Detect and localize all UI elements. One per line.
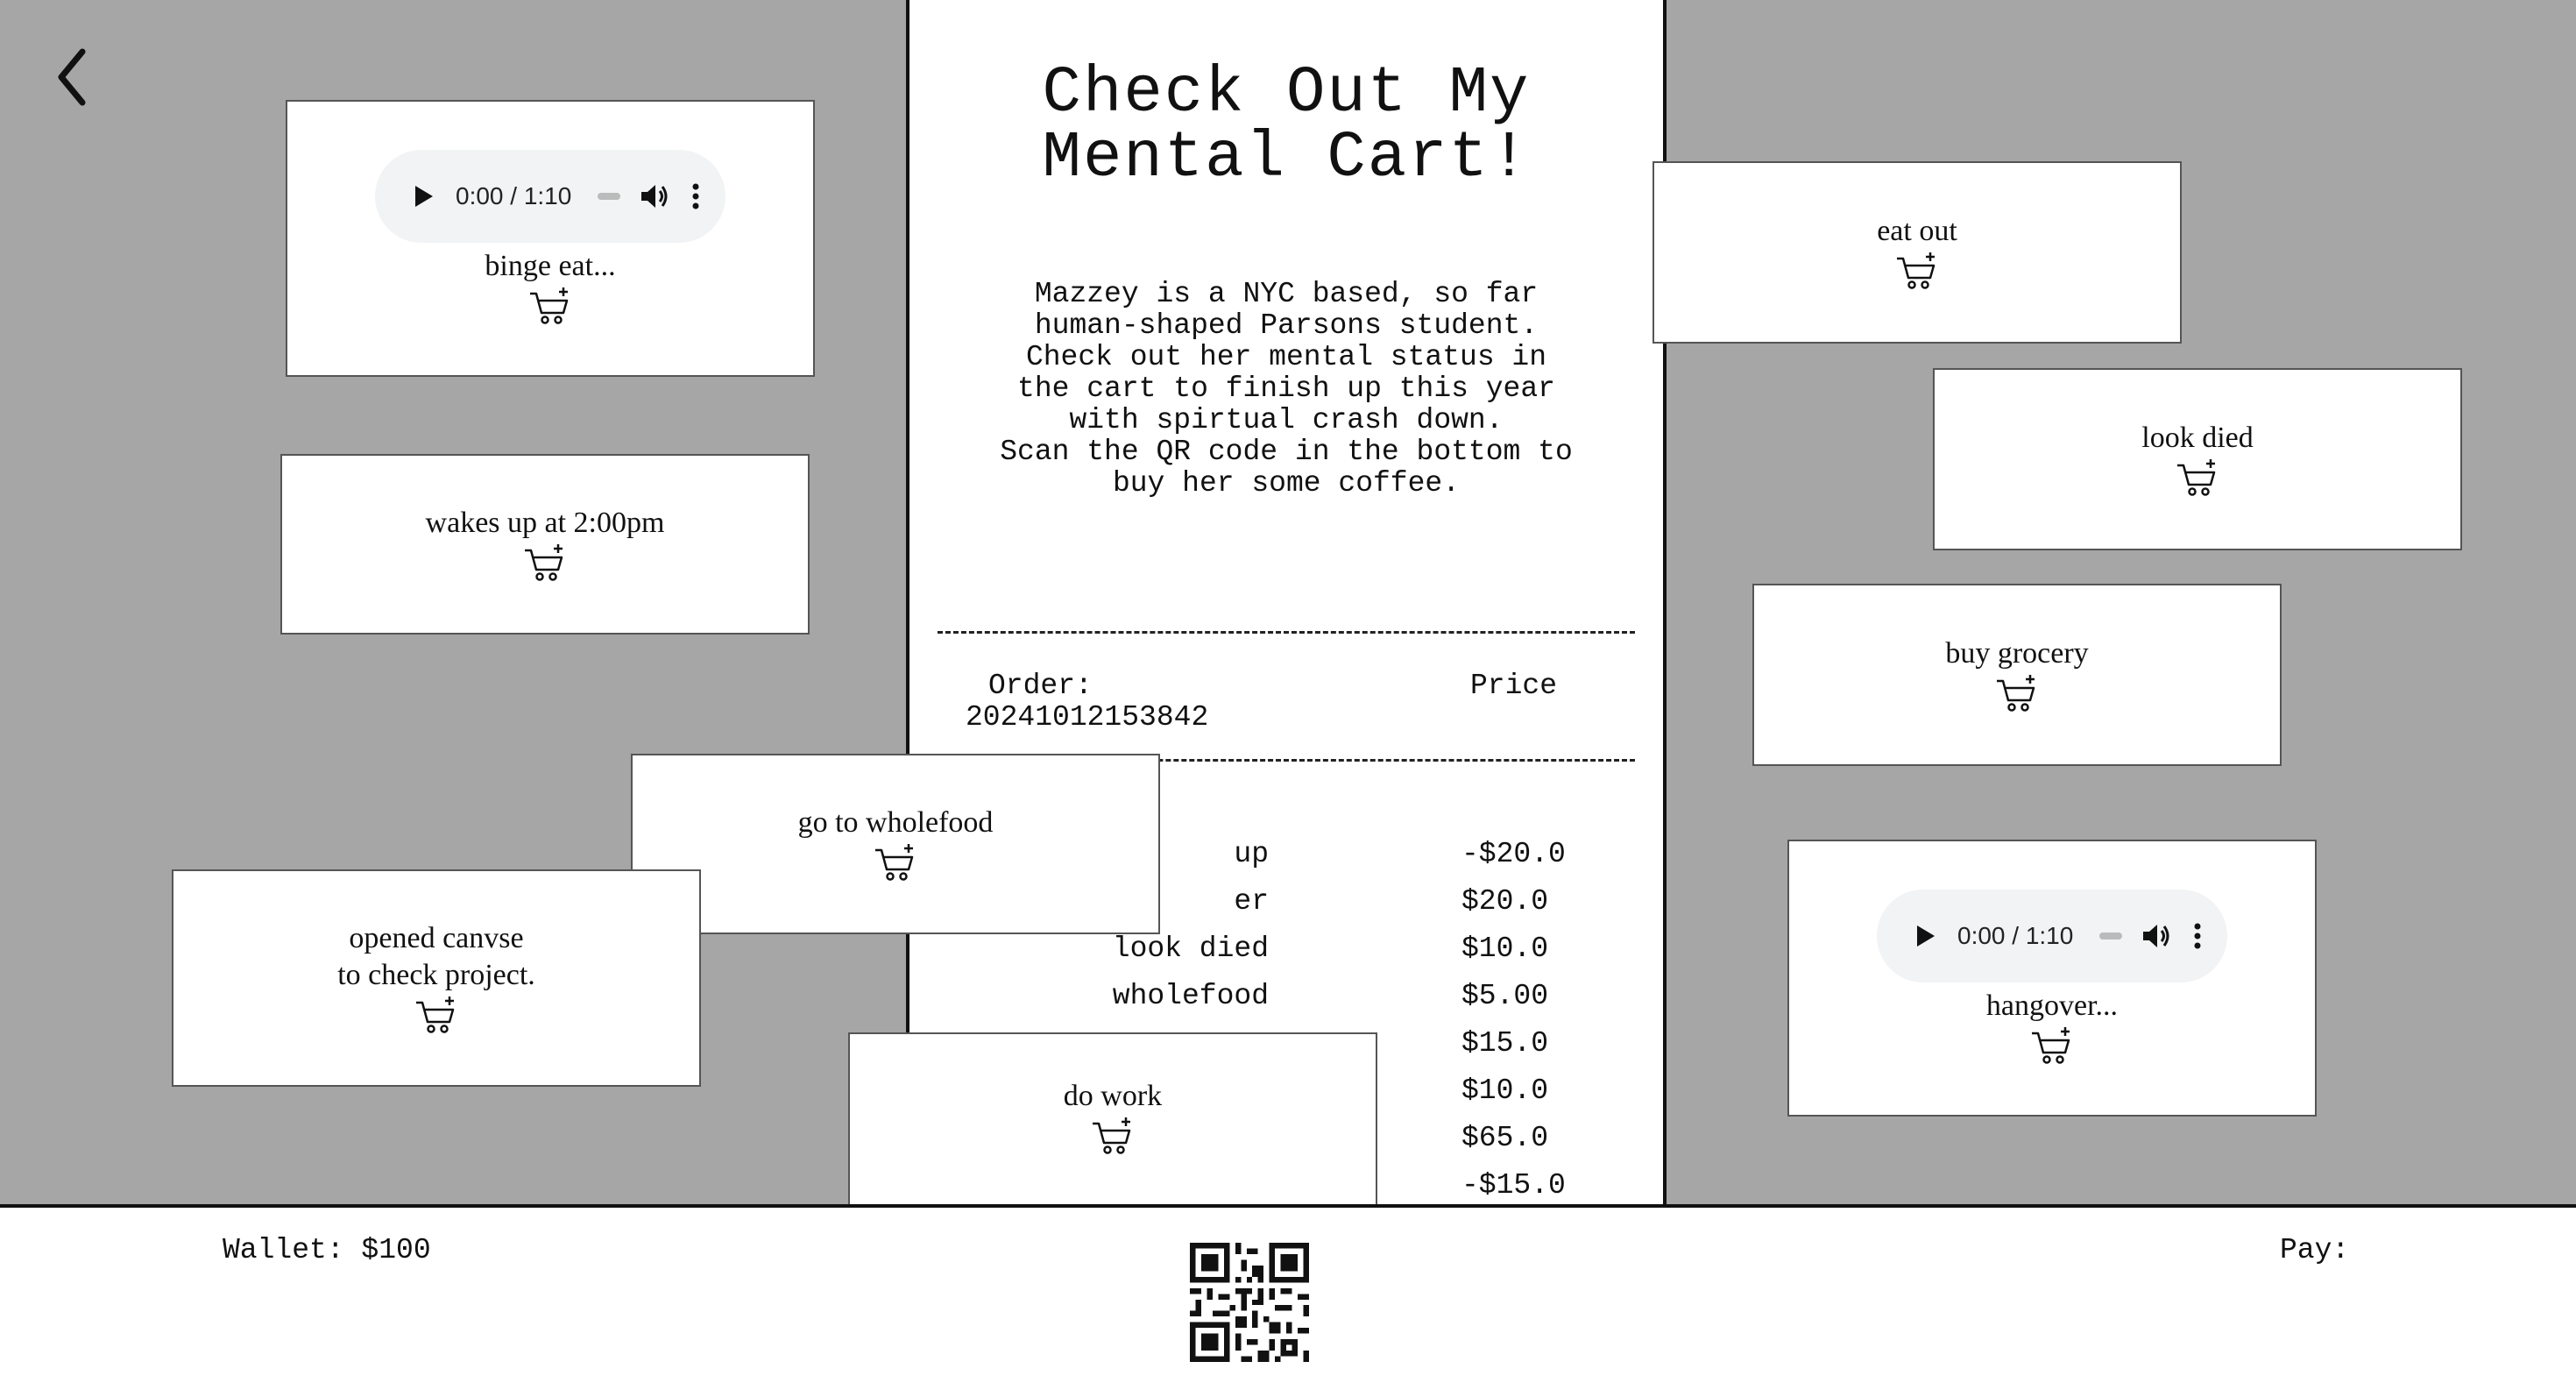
card-label: buy grocery: [1945, 637, 2089, 670]
card-eat-out: eat out: [1652, 161, 2182, 344]
receipt-item: look died $10.0: [909, 933, 1663, 980]
item-price: $10.0: [1461, 1074, 1549, 1107]
receipt: Check Out My Mental Cart! Mazzey is a NY…: [906, 0, 1667, 1206]
progress-slider[interactable]: [598, 193, 621, 200]
item-price: $5.00: [1461, 980, 1549, 1012]
description-paragraph: Mazzey is a NYC based, so far human-shap…: [1017, 278, 1555, 436]
card-label: opened canvse to check project.: [337, 922, 535, 991]
add-to-cart-icon[interactable]: [1995, 674, 2039, 714]
add-to-cart-icon[interactable]: [414, 996, 458, 1036]
card-do-work: do work: [848, 1032, 1377, 1208]
card-look-died: look died: [1933, 368, 2462, 550]
item-name: er: [1234, 885, 1269, 918]
card-label: eat out: [1877, 215, 1957, 247]
back-button[interactable]: [46, 42, 98, 112]
card-hangover: 0:00 / 1:10 hangover...: [1787, 840, 2317, 1117]
item-price: $65.0: [1461, 1122, 1549, 1154]
play-icon[interactable]: [414, 184, 435, 209]
chevron-left-icon: [58, 48, 86, 106]
item-name: up: [1234, 838, 1269, 870]
order-label: Order:: [988, 670, 1093, 702]
progress-slider[interactable]: [2099, 933, 2123, 940]
card-binge-eat: 0:00 / 1:10 binge eat...: [286, 100, 815, 377]
volume-icon[interactable]: [2141, 923, 2171, 949]
receipt-title: Check Out My Mental Cart!: [909, 61, 1663, 191]
card-opened-canvas: opened canvse to check project.: [172, 869, 701, 1087]
item-name: look died: [1112, 933, 1269, 965]
more-options-icon[interactable]: [692, 183, 699, 209]
card-go-to-wholefood: go to wholefood: [631, 754, 1160, 934]
add-to-cart-icon[interactable]: [2176, 458, 2219, 499]
add-to-cart-icon[interactable]: [528, 287, 572, 327]
card-label: hangover...: [1985, 989, 2119, 1022]
footer-bar: Wallet: $100 Pay:: [0, 1204, 2576, 1397]
pay-label: Pay:: [2280, 1234, 2350, 1266]
volume-icon[interactable]: [640, 183, 669, 209]
add-to-cart-icon[interactable]: [523, 543, 567, 584]
card-label: wakes up at 2:00pm: [425, 507, 665, 539]
item-price: $15.0: [1461, 1027, 1549, 1060]
order-number: 20241012153842: [966, 701, 1209, 734]
receipt-item: wholefood $5.00: [909, 980, 1663, 1027]
play-icon[interactable]: [1915, 924, 1936, 948]
card-label: look died: [2141, 422, 2254, 454]
add-to-cart-icon[interactable]: [874, 843, 917, 883]
wallet-balance: Wallet: $100: [223, 1234, 431, 1266]
more-options-icon[interactable]: [2194, 923, 2201, 949]
receipt-description: Mazzey is a NYC based, so far human-shap…: [997, 279, 1575, 500]
price-label: Price: [1470, 670, 1558, 702]
qr-code-icon[interactable]: [1190, 1243, 1309, 1362]
title-line-2: Mental Cart!: [1042, 122, 1531, 195]
audio-player: 0:00 / 1:10: [375, 150, 725, 243]
item-name: wholefood: [1112, 980, 1269, 1012]
card-wakes-up: wakes up at 2:00pm: [280, 454, 810, 635]
item-price: -$20.0: [1461, 838, 1566, 870]
add-to-cart-icon[interactable]: [1895, 252, 1939, 292]
item-price: $20.0: [1461, 885, 1549, 918]
add-to-cart-icon[interactable]: [1091, 1117, 1135, 1157]
description-paragraph: Scan the QR code in the bottom to buy he…: [1000, 436, 1573, 500]
divider: [938, 631, 1635, 634]
card-label: binge eat...: [485, 250, 616, 282]
audio-time: 0:00 / 1:10: [456, 182, 572, 209]
card-buy-grocery: buy grocery: [1752, 584, 2282, 766]
audio-time: 0:00 / 1:10: [1957, 922, 2074, 949]
audio-player: 0:00 / 1:10: [1877, 890, 2227, 982]
add-to-cart-icon[interactable]: [2030, 1026, 2074, 1067]
card-label: go to wholefood: [797, 806, 994, 839]
item-price: -$15.0: [1461, 1169, 1566, 1202]
title-line-1: Check Out My: [1042, 57, 1531, 131]
item-price: $10.0: [1461, 933, 1549, 965]
card-label: do work: [1063, 1080, 1163, 1112]
